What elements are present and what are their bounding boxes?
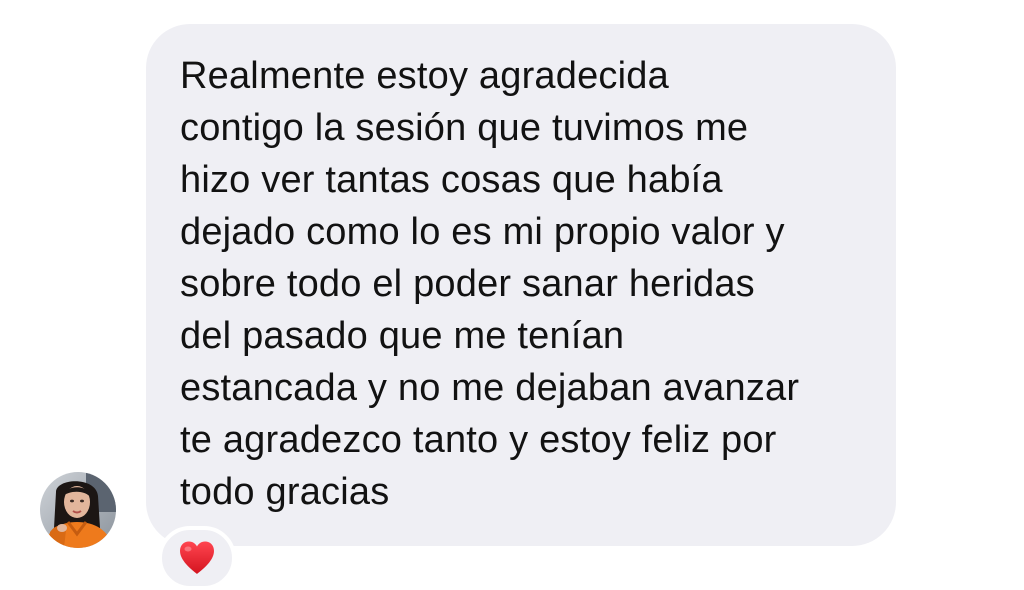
- message-line: todo gracias: [180, 471, 390, 513]
- message-bubble[interactable]: Realmente estoy agradecida contigo la se…: [146, 24, 896, 546]
- message-line: dejado como lo es mi propio valor y: [180, 211, 785, 253]
- message-line: del pasado que me tenían: [180, 315, 625, 357]
- message-line: sobre todo el poder sanar heridas: [180, 263, 755, 305]
- sender-avatar[interactable]: [40, 472, 116, 548]
- message-line: estancada y no me dejaban avanzar: [180, 367, 800, 409]
- message-line: contigo la sesión que tuvimos me: [180, 107, 749, 149]
- reaction-badge[interactable]: [158, 526, 236, 590]
- red-heart-icon: [180, 541, 214, 574]
- message-line: Realmente estoy agradecida: [180, 55, 669, 97]
- message-line: te agradezco tanto y estoy feliz por: [180, 419, 777, 461]
- profile-photo-avatar-icon: [40, 472, 116, 548]
- message-text: Realmente estoy agradecida contigo la se…: [180, 50, 872, 518]
- message-line: hizo ver tantas cosas que había: [180, 159, 723, 201]
- chat-screen: Realmente estoy agradecida contigo la se…: [0, 0, 1024, 590]
